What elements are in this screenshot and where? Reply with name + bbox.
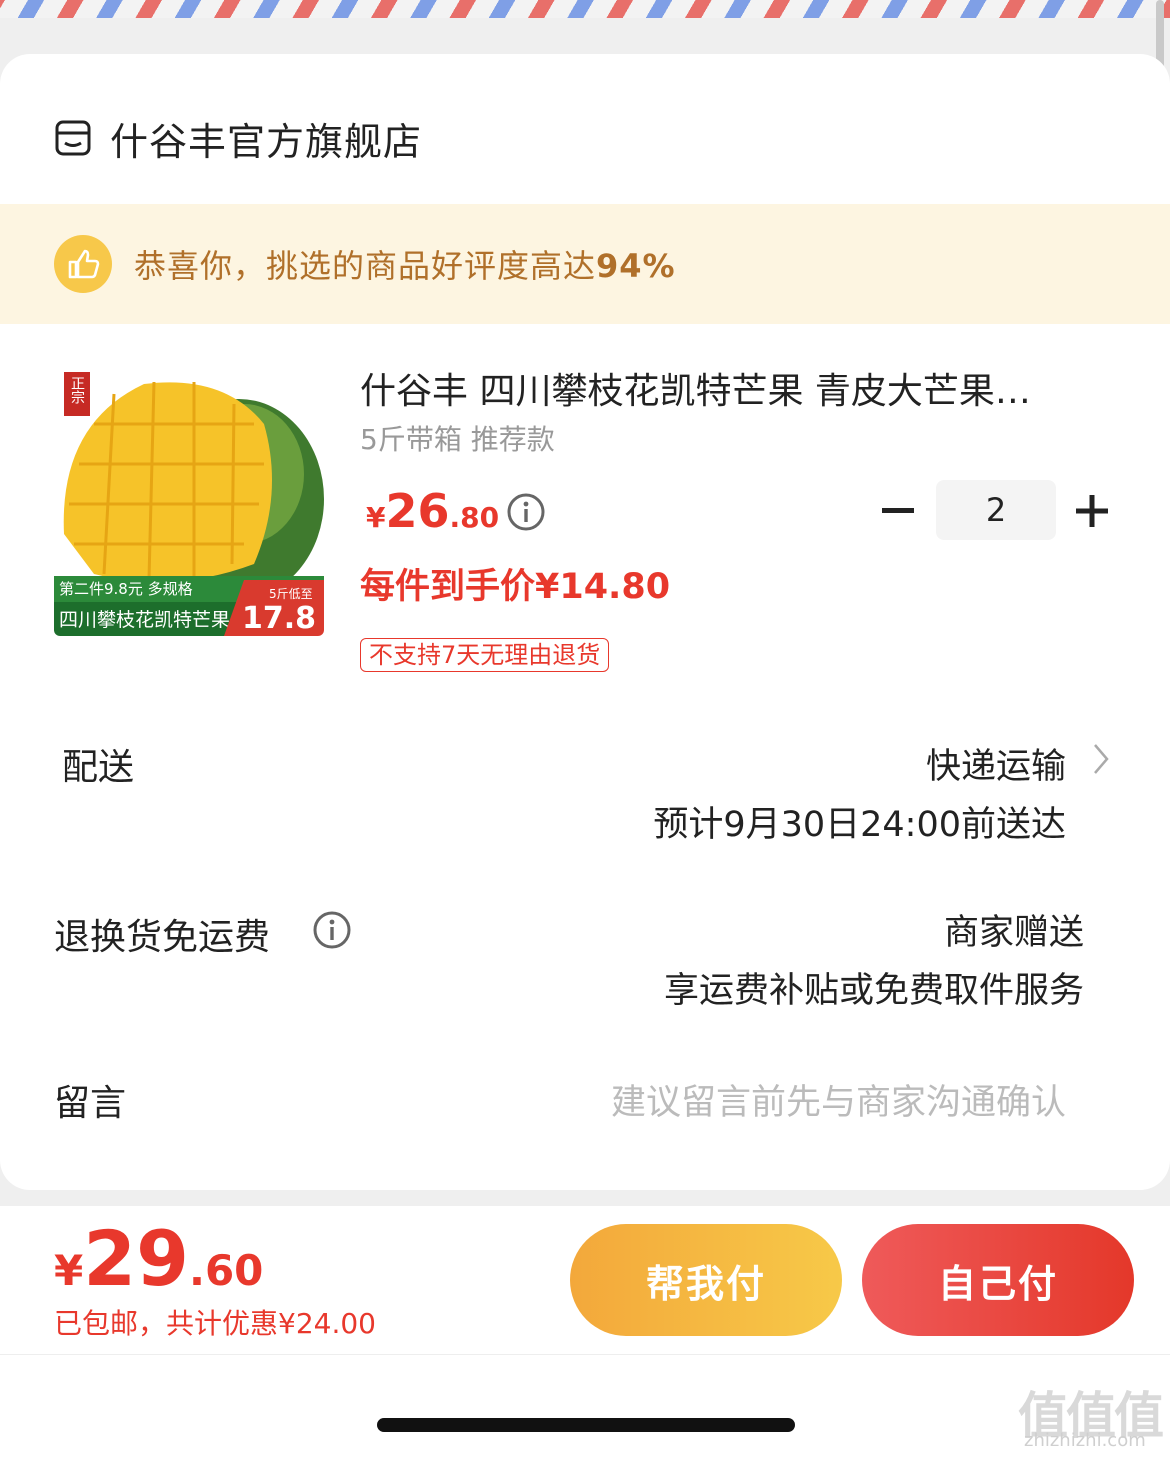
return-shipping-value: 商家赠送 [943,913,1084,953]
note-input[interactable]: 建议留言前先与商家沟通确认 [611,1074,1066,1125]
store-icon [55,120,91,156]
rating-value: 94% [596,247,676,285]
delivery-method[interactable]: 快递运输 [926,738,1066,789]
price-integer: 26 [385,484,450,538]
minus-icon [882,508,914,513]
return-shipping-detail: 享运费补贴或免费取件服务 [663,971,1084,1011]
product-title[interactable]: 什谷丰 四川攀枝花凯特芒果 青皮大芒果… [360,362,1120,414]
chevron-right-icon[interactable] [1092,742,1110,776]
product-price: ¥26.80 [366,484,499,538]
decrease-button[interactable] [870,480,926,542]
home-area [0,1355,1170,1457]
return-shipping-label: 退换货免运费 [54,917,271,958]
quantity-input[interactable]: 2 [936,480,1056,540]
store-name: 什谷丰官方旗舰店 [110,119,423,164]
price-info-icon[interactable] [506,492,546,532]
product-spec[interactable]: 5斤带箱 推荐款 [360,418,555,458]
store-header[interactable]: 什谷丰官方旗舰店 [54,110,422,166]
total-integer: 29 [83,1214,189,1303]
rating-banner: 恭喜你，挑选的商品好评度高达94% [0,204,1170,324]
price-currency: ¥ [366,501,386,534]
total-price: ¥29.60 [54,1214,263,1303]
low-price: 17.8 [242,601,316,636]
low-label: 5斤低至 [269,587,313,601]
unit-price: 每件到手价¥14.80 [360,567,671,607]
self-pay-button[interactable]: 自己付 [862,1224,1134,1336]
delivery-eta: 预计9月30日24:00前送达 [653,805,1066,845]
rating-text: 恭喜你，挑选的商品好评度高达94% [134,247,676,285]
increase-button[interactable] [1064,480,1120,542]
stripe-mask [0,18,1170,34]
image-product-name: 四川攀枝花凯特芒果 [59,609,230,631]
plus-icon [1076,495,1108,527]
total-decimal: .60 [189,1246,264,1295]
shipping-discount-text: 已包邮，共计优惠¥24.00 [54,1307,376,1340]
thumbs-up-icon [54,235,112,293]
delivery-label: 配送 [62,747,135,788]
quantity-stepper: 2 [870,480,1120,542]
product-image[interactable]: 正宗 第二件9.8元 多规格 四川攀枝花凯特芒果 5斤低至 17.8 [54,364,324,636]
badge-text: 正宗 [69,376,85,404]
return-info-icon[interactable] [312,910,352,950]
promo-line: 第二件9.8元 多规格 [59,580,193,598]
price-decimal: .80 [449,501,500,534]
help-pay-button[interactable]: 帮我付 [570,1224,842,1336]
total-currency: ¥ [54,1246,84,1295]
note-label: 留言 [54,1083,127,1124]
watermark-site: zhizhizhi.com [1024,1430,1146,1451]
return-policy-tag: 不支持7天无理由退货 [360,638,610,672]
home-indicator[interactable] [377,1418,795,1432]
